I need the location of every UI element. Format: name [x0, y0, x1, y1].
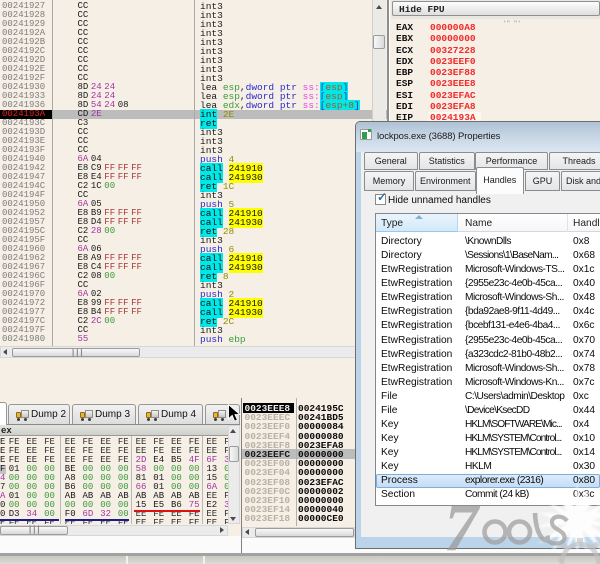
svg-text:7: 7: [444, 489, 481, 564]
